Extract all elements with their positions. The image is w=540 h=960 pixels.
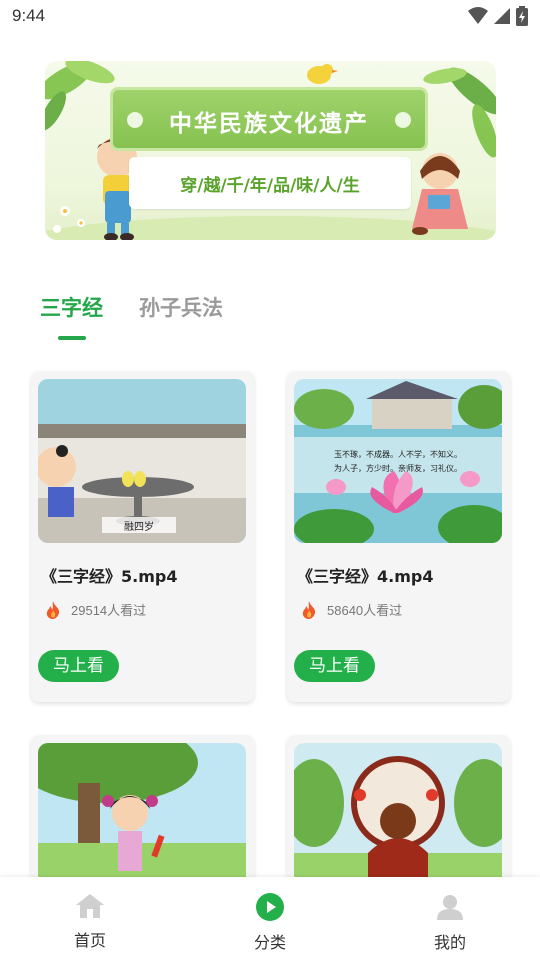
thumbnail-text-line-1: 玉不琢，不成器。人不学，不知义。: [334, 449, 462, 459]
banner-dot-right: [395, 112, 411, 128]
watch-now-button[interactable]: 马上看: [294, 650, 375, 682]
video-card[interactable]: 融四岁 《三字经》5.mp4 29514人看过 马上看: [31, 371, 254, 702]
banner-subtitle-board: 穿/越/千/年/品/味/人/生: [129, 157, 411, 209]
home-icon: [76, 894, 104, 918]
view-count: 29514人看过: [71, 603, 147, 618]
video-thumbnail[interactable]: 玉不琢，不成器。人不学，不知义。 为人子，方少时。亲师友，习礼仪。: [294, 379, 502, 543]
video-title: 《三字经》4.mp4: [297, 567, 434, 586]
banner-title-board: 中华民族文化遗产: [110, 87, 428, 151]
view-count-row: 29514人看过: [45, 600, 146, 619]
bottom-navigation: 首页 分类 我的: [0, 877, 540, 960]
fire-icon: [302, 600, 316, 619]
fire-icon: [46, 600, 60, 619]
tab-sunzibingfa[interactable]: 孙子兵法: [139, 292, 223, 322]
nav-mine-label: 我的: [433, 933, 466, 952]
banner-title: 中华民族文化遗产: [169, 111, 369, 137]
banner-subtitle: 穿/越/千/年/品/味/人/生: [180, 176, 360, 196]
status-time: 9:44: [12, 6, 46, 25]
video-card[interactable]: 玉不琢，不成器。人不学，不知义。 为人子，方少时。亲师友，习礼仪。 《三字经》4…: [287, 371, 510, 702]
user-icon: [437, 895, 463, 920]
view-count-row: 58640人看过: [301, 600, 402, 619]
nav-category-label: 分类: [253, 933, 286, 952]
video-thumbnail[interactable]: 融四岁: [38, 379, 246, 543]
heritage-banner[interactable]: 中华民族文化遗产 穿/越/千/年/品/味/人/生: [45, 61, 496, 240]
nav-home-label: 首页: [73, 931, 106, 950]
nav-home[interactable]: 首页: [45, 893, 135, 951]
video-title: 《三字经》5.mp4: [41, 567, 178, 586]
view-count: 58640人看过: [327, 603, 403, 618]
status-icons: [468, 6, 528, 26]
play-icon: [256, 893, 284, 921]
nav-mine[interactable]: 我的: [405, 893, 495, 953]
watch-now-button[interactable]: 马上看: [38, 650, 119, 682]
wifi-icon: [468, 7, 488, 24]
status-bar: 9:44: [0, 0, 540, 34]
category-tabs: 三字经 孙子兵法: [0, 290, 540, 346]
tab-indicator: [58, 336, 86, 340]
signal-icon: [494, 8, 510, 24]
tab-sanzijing[interactable]: 三字经: [40, 292, 103, 322]
thumbnail-caption: 融四岁: [124, 520, 154, 533]
nav-category[interactable]: 分类: [225, 893, 315, 953]
thumbnail-text-line-2: 为人子，方少时。亲师友，习礼仪。: [334, 463, 462, 473]
battery-icon: [516, 6, 528, 26]
